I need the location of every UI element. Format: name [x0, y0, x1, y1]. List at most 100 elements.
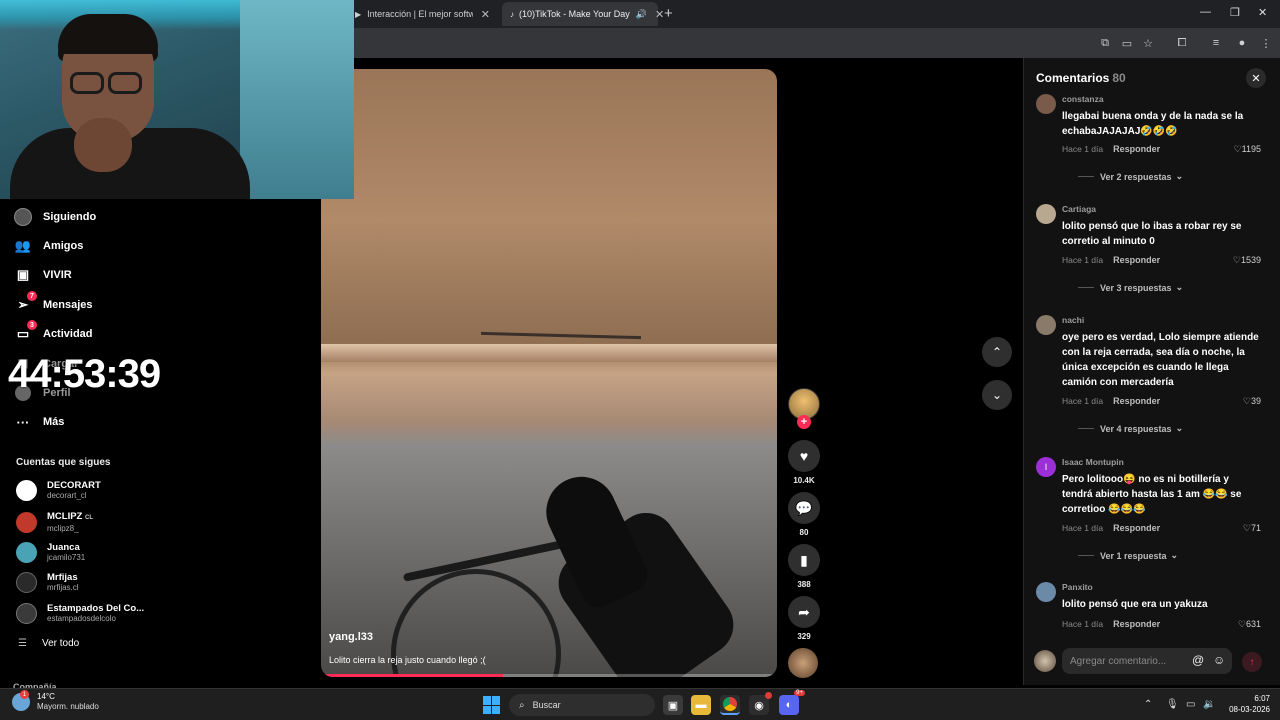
emoji-icon[interactable]: ☺: [1213, 653, 1225, 667]
share-button[interactable]: ➦: [788, 596, 820, 628]
comments-count: 80: [1112, 71, 1126, 85]
comment-user[interactable]: constanza: [1062, 94, 1104, 104]
start-button[interactable]: [483, 696, 501, 714]
video-author[interactable]: yang.l33: [329, 631, 373, 643]
chevron-down-icon: ⌄: [1175, 423, 1184, 433]
heart-outline-icon: ♡: [1237, 619, 1246, 629]
music-disc-avatar[interactable]: [788, 648, 818, 678]
account-item[interactable]: DECORART decorart_cl: [16, 480, 101, 501]
sidebar-item-siguiendo[interactable]: Siguiendo: [14, 208, 96, 226]
comment-icon: 💬: [795, 499, 813, 516]
sidebar-item-vivir[interactable]: ▣ VIVIR: [14, 266, 72, 284]
video-progress-bar[interactable]: [321, 674, 777, 677]
system-clock[interactable]: 6:07 08-03-2026: [1222, 693, 1270, 715]
volume-icon[interactable]: 🔉: [1203, 699, 1215, 710]
like-button[interactable]: ♥: [788, 440, 820, 472]
account-name: MCLIPZ: [47, 511, 83, 522]
weather-icon: 1: [12, 690, 30, 711]
mention-icon[interactable]: @: [1192, 653, 1204, 667]
comment-likes[interactable]: ♡71: [1243, 523, 1261, 534]
account-item[interactable]: Estampados Del Co... estampadosdelcolo: [16, 603, 144, 624]
see-all-link[interactable]: ☰ Ver todo: [18, 638, 79, 649]
following-section-title: Cuentas que sigues: [16, 457, 111, 468]
avatar[interactable]: [1036, 315, 1056, 335]
microphone-icon[interactable]: 🎙: [1166, 699, 1179, 710]
view-replies-button[interactable]: Ver 4 respuestas ⌄: [1078, 423, 1183, 434]
profile-avatar-icon[interactable]: ●: [1234, 35, 1250, 51]
messages-badge: 7: [27, 291, 37, 301]
tab-interaccion[interactable]: ▶ Interacción | El mejor software ✕: [346, 2, 498, 26]
sidebar-item-actividad[interactable]: ▭ 3 Actividad: [14, 320, 93, 343]
comment-likes[interactable]: ♡39: [1243, 396, 1261, 407]
sidebar-item-mensajes[interactable]: ➢ 7 Mensajes: [14, 291, 93, 314]
reply-button[interactable]: Responder: [1113, 144, 1160, 154]
stream-timer-overlay: 44:53:39: [8, 352, 161, 396]
send-comment-button[interactable]: ↑: [1242, 652, 1262, 672]
reply-button[interactable]: Responder: [1113, 619, 1160, 629]
network-icon[interactable]: ▭: [1186, 699, 1195, 710]
avatar[interactable]: [1036, 582, 1056, 602]
comment-time: Hace 1 día: [1062, 396, 1104, 406]
comment-user[interactable]: Panxito: [1062, 582, 1093, 592]
comment-user[interactable]: Cartiaga: [1062, 204, 1096, 214]
new-tab-icon[interactable]: +: [664, 5, 673, 22]
account-item[interactable]: Mrfijas mrfijas.cl: [16, 572, 79, 593]
comment-text: llegabai buena onda y de la nada se la e…: [1062, 111, 1244, 137]
video-player[interactable]: yang.l33 Lolito cierra la reja justo cua…: [321, 69, 777, 677]
avatar[interactable]: I: [1036, 457, 1056, 477]
view-replies-button[interactable]: Ver 3 respuestas ⌄: [1078, 282, 1183, 293]
save-button[interactable]: ▮: [788, 544, 820, 576]
obs-icon[interactable]: ◉: [749, 692, 772, 715]
see-all-label: Ver todo: [41, 638, 80, 649]
comment-likes[interactable]: ♡1195: [1234, 144, 1261, 155]
close-tab-icon[interactable]: ✕: [481, 8, 490, 21]
previous-video-button[interactable]: ⌃: [982, 337, 1012, 367]
sidebar-item-mas[interactable]: ··· Más: [14, 413, 65, 431]
view-replies-button[interactable]: Ver 1 respuesta ⌄: [1078, 550, 1178, 561]
heart-outline-icon: ♡: [1242, 396, 1251, 406]
chrome-icon[interactable]: [720, 695, 740, 715]
reply-button[interactable]: Responder: [1113, 255, 1160, 265]
comment-user[interactable]: Isaac Montupin: [1062, 457, 1124, 467]
translate-icon[interactable]: ⧉: [1097, 35, 1113, 51]
file-explorer-icon[interactable]: ▬: [691, 695, 711, 715]
comment-button[interactable]: 💬: [788, 492, 820, 524]
comment-likes[interactable]: ♡631: [1238, 619, 1261, 630]
live-icon: ▣: [16, 267, 30, 282]
next-video-button[interactable]: ⌄: [982, 380, 1012, 410]
task-view-icon[interactable]: ▣: [663, 695, 683, 715]
comment-user[interactable]: nachi: [1062, 315, 1084, 325]
reply-button[interactable]: Responder: [1113, 523, 1160, 533]
account-item[interactable]: MCLIPZ CL mclipz8_: [16, 511, 93, 534]
weather-widget[interactable]: 1 14°C Mayorm. nublado: [12, 690, 99, 712]
comment-likes[interactable]: ♡1539: [1233, 255, 1261, 266]
save-count: 388: [797, 580, 811, 589]
cast-icon[interactable]: ▭: [1119, 35, 1135, 51]
avatar[interactable]: [1036, 204, 1056, 224]
view-replies-button[interactable]: Ver 2 respuestas ⌄: [1078, 171, 1183, 182]
tray-chevron-icon[interactable]: ⌃: [1144, 699, 1152, 710]
reply-button[interactable]: Responder: [1113, 396, 1160, 406]
heart-outline-icon: ♡: [1233, 144, 1242, 154]
minimize-icon[interactable]: —: [1200, 6, 1211, 18]
comment-input-row: @ ☺ ↑: [1023, 645, 1280, 677]
maximize-icon[interactable]: ❐: [1230, 6, 1240, 19]
account-item[interactable]: Juanca jcamilo731: [16, 542, 85, 563]
close-window-icon[interactable]: ✕: [1258, 6, 1267, 19]
tab-tiktok[interactable]: ♪ (10)TikTok - Make Your Day 🔊 ✕: [502, 2, 664, 26]
tab-label: (10)TikTok - Make Your Day: [519, 9, 630, 19]
media-control-icon[interactable]: ≡: [1208, 35, 1224, 51]
close-tab-icon[interactable]: ✕: [655, 8, 664, 21]
close-comments-button[interactable]: ✕: [1246, 68, 1266, 88]
follow-plus-icon[interactable]: +: [797, 415, 811, 429]
extensions-icon[interactable]: ⧠: [1174, 35, 1190, 51]
chrome-menu-icon[interactable]: ⋮: [1258, 35, 1274, 51]
bookmark-star-icon[interactable]: ☆: [1140, 35, 1156, 51]
audio-playing-icon[interactable]: 🔊: [636, 9, 647, 20]
avatar[interactable]: [1036, 94, 1056, 114]
account-name: Estampados Del Co...: [47, 603, 145, 614]
comment-input[interactable]: [1062, 648, 1232, 674]
taskbar-search[interactable]: ⌕ Buscar: [509, 694, 655, 716]
sidebar-item-amigos[interactable]: 👥 Amigos: [14, 237, 83, 255]
discord-icon[interactable]: ◐ 9+: [779, 690, 805, 715]
